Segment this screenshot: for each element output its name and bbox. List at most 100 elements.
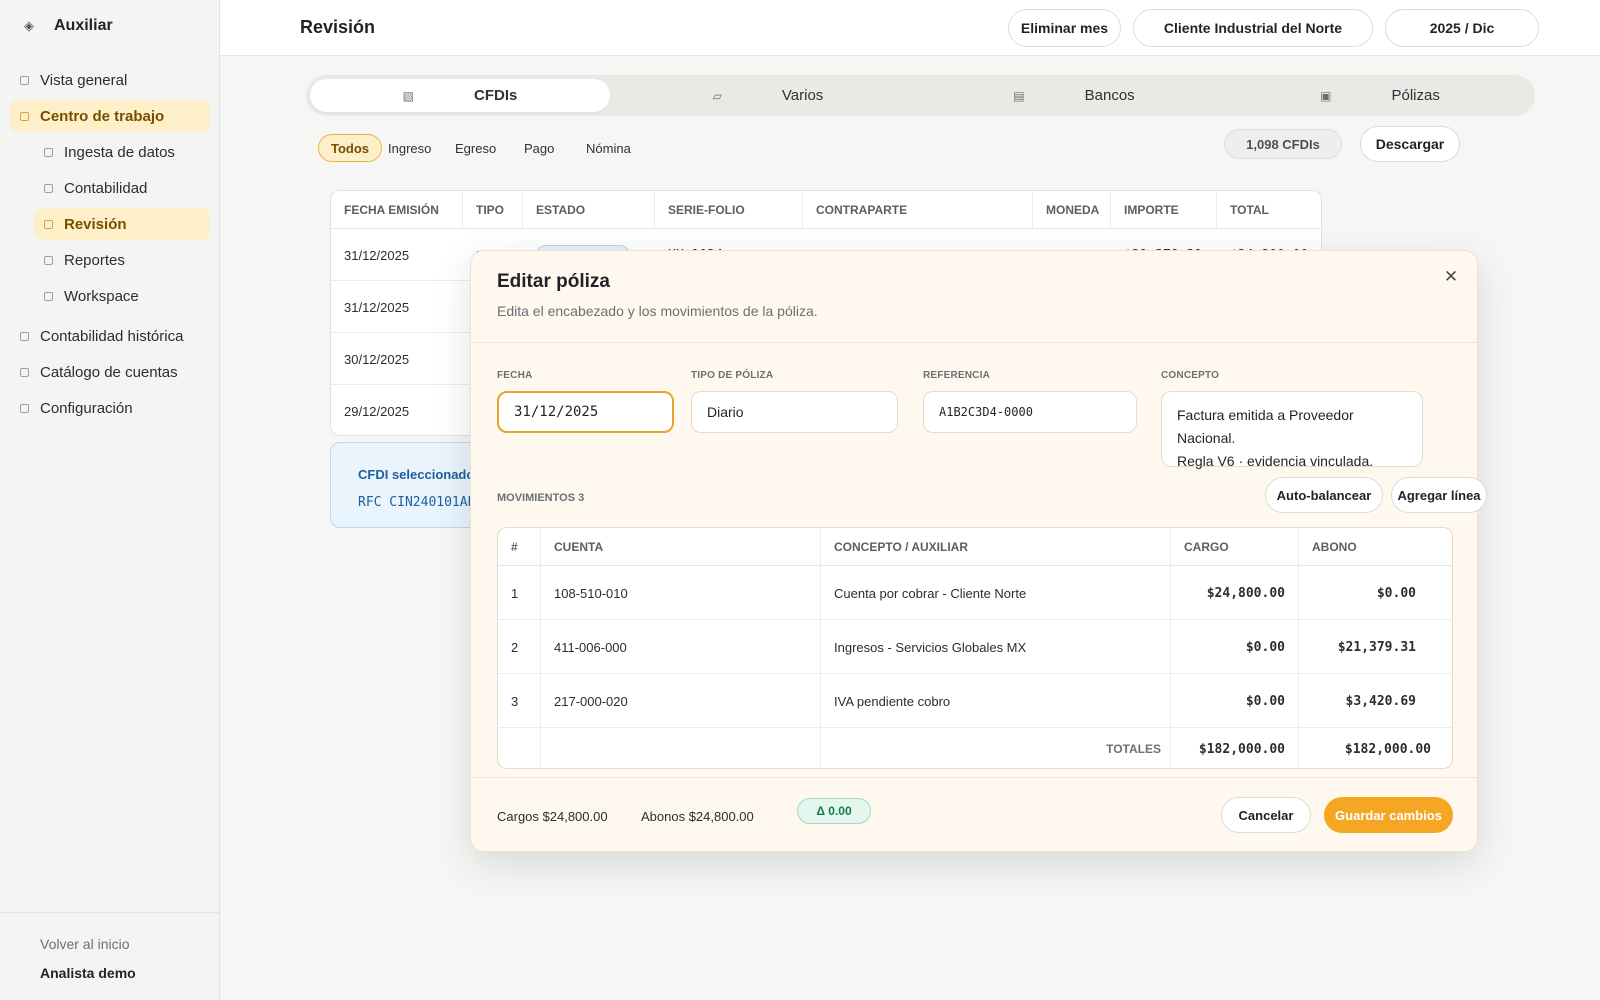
delete-month-button[interactable]: Eliminar mes [1008, 9, 1121, 47]
add-line-button[interactable]: Agregar línea [1391, 477, 1487, 513]
tab-label: Pólizas [1391, 87, 1440, 104]
total-abono: $182,000.00 [1344, 741, 1431, 757]
sidebar-item-contabilidad[interactable]: Contabilidad [34, 172, 210, 204]
brand[interactable]: ◈ Auxiliar [22, 17, 113, 35]
client-selector[interactable]: Cliente Industrial del Norte [1133, 9, 1373, 47]
tab-cfdis[interactable]: ▧ CFDIs [310, 79, 610, 112]
empty-cell [498, 728, 541, 768]
column-header[interactable]: TIPO [463, 191, 523, 229]
column-header: CONCEPTO / AUXILIAR [821, 528, 1171, 566]
document-icon: ▧ [402, 88, 414, 103]
concepto-textarea[interactable]: Factura emitida a Proveedor Nacional. Re… [1161, 391, 1423, 469]
square-bullet-icon [20, 367, 29, 377]
tipo-poliza-select[interactable]: Diario [691, 391, 898, 433]
cell-cargo[interactable]: $0.00 [1171, 674, 1299, 728]
tab-varios[interactable]: ▱ Varios [618, 79, 918, 112]
table-row[interactable]: 2 411-006-000 Ingresos - Servicios Globa… [498, 620, 1452, 674]
sidebar-item-catalogo-de-cuentas[interactable]: Catálogo de cuentas [10, 356, 210, 388]
sidebar-item-workspace[interactable]: Workspace [34, 280, 210, 312]
dialog-subtitle: Edita el encabezado y los movimientos de… [497, 303, 818, 319]
sidebar-item-label: Configuración [40, 399, 133, 417]
cargos-summary: Cargos $24,800.00 [497, 809, 608, 824]
selected-cfdi-title: CFDI seleccionado [358, 467, 475, 482]
save-changes-button[interactable]: Guardar cambios [1324, 797, 1453, 833]
filter-ingreso[interactable]: Ingreso [388, 134, 431, 162]
referencia-input[interactable]: A1B2C3D4-0000 [923, 391, 1137, 433]
tab-bancos[interactable]: ▤ Bancos [924, 79, 1224, 112]
cell-abono[interactable]: $3,420.69 [1299, 674, 1452, 728]
ledger-icon: ▣ [1320, 88, 1332, 103]
cell-cuenta[interactable]: 411-006-000 [541, 620, 821, 674]
movimientos-label: MOVIMIENTOS 3 [497, 492, 585, 504]
tab-label: Bancos [1084, 87, 1135, 104]
cell-concepto[interactable]: Ingresos - Servicios Globales MX [821, 620, 1171, 674]
folder-icon: ▱ [712, 88, 722, 103]
cell-index: 2 [498, 620, 541, 674]
sidebar-item-label: Catálogo de cuentas [40, 363, 178, 381]
column-header[interactable]: IMPORTE [1111, 191, 1217, 229]
table-header: FECHA EMISIÓN TIPO ESTADO SERIE-FOLIO CO… [331, 191, 1321, 229]
sidebar-item-label: Reportes [64, 251, 125, 269]
filter-nomina[interactable]: Nómina [586, 134, 631, 162]
column-header[interactable]: ESTADO [523, 191, 655, 229]
diamond-icon: ◈ [24, 18, 34, 33]
cell-abono[interactable]: $0.00 [1299, 566, 1452, 620]
download-button[interactable]: Descargar [1360, 126, 1460, 162]
sidebar-item-reportes[interactable]: Reportes [34, 244, 210, 276]
close-icon[interactable]: ✕ [1441, 267, 1461, 287]
concepto-line: Regla V6 · evidencia vinculada. [1177, 453, 1374, 469]
referencia-label: REFERENCIA [923, 370, 991, 381]
fecha-input[interactable]: 31/12/2025 [497, 391, 674, 433]
sidebar-item-label: Revisión [64, 215, 127, 233]
sidebar-item-label: Centro de trabajo [40, 107, 165, 125]
filter-todos[interactable]: Todos [318, 134, 383, 162]
sidebar-item-label: Contabilidad [64, 179, 148, 197]
dialog-title: Editar póliza [497, 271, 610, 292]
total-cargo: $182,000.00 [1171, 728, 1299, 768]
cell-abono[interactable]: $21,379.31 [1299, 620, 1452, 674]
cell-index: 1 [498, 566, 541, 620]
cell-cargo[interactable]: $24,800.00 [1171, 566, 1299, 620]
cell-concepto[interactable]: IVA pendiente cobro [821, 674, 1171, 728]
filter-pago[interactable]: Pago [524, 134, 554, 162]
sidebar-item-revision[interactable]: Revisión [34, 208, 210, 240]
bank-icon: ▤ [1013, 88, 1025, 103]
square-bullet-icon [44, 219, 53, 229]
cell-cuenta[interactable]: 108-510-010 [541, 566, 821, 620]
table-row[interactable]: 1 108-510-010 Cuenta por cobrar - Client… [498, 566, 1452, 620]
column-header[interactable]: CONTRAPARTE [803, 191, 1033, 229]
column-header: ABONO [1299, 528, 1452, 566]
sidebar: ◈ Auxiliar Vista general Centro de traba… [0, 0, 220, 1000]
square-bullet-icon [44, 291, 53, 301]
column-header[interactable]: FECHA EMISIÓN [331, 191, 463, 229]
tab-polizas[interactable]: ▣ Pólizas [1230, 79, 1530, 112]
divider [471, 777, 1477, 778]
table-row[interactable]: 3 217-000-020 IVA pendiente cobro $0.00 … [498, 674, 1452, 728]
square-bullet-icon [44, 255, 53, 265]
sidebar-item-label: Vista general [40, 71, 128, 89]
column-header[interactable]: TOTAL [1217, 191, 1321, 229]
column-header[interactable]: MONEDA [1033, 191, 1111, 229]
sidebar-item-label: Ingesta de datos [64, 143, 175, 161]
cell-cargo[interactable]: $0.00 [1171, 620, 1299, 674]
sidebar-item-ingesta-de-datos[interactable]: Ingesta de datos [34, 136, 210, 168]
sidebar-item-label: Contabilidad histórica [40, 327, 184, 345]
back-to-home-link[interactable]: Volver al inicio [40, 936, 130, 952]
square-bullet-icon [20, 403, 29, 413]
filter-egreso[interactable]: Egreso [455, 134, 496, 162]
user-name[interactable]: Analista demo [40, 965, 136, 981]
square-bullet-icon [20, 75, 29, 85]
auto-balance-button[interactable]: Auto-balancear [1265, 477, 1383, 513]
sidebar-item-centro-de-trabajo[interactable]: Centro de trabajo [10, 100, 210, 132]
cancel-button[interactable]: Cancelar [1221, 797, 1311, 833]
cell-cuenta[interactable]: 217-000-020 [541, 674, 821, 728]
sidebar-item-contabilidad-historica[interactable]: Contabilidad histórica [10, 320, 210, 352]
sidebar-item-vista-general[interactable]: Vista general [10, 64, 210, 96]
selected-cfdi-rfc: RFC CIN240101AB [358, 495, 476, 510]
column-header[interactable]: SERIE-FOLIO [655, 191, 803, 229]
cell-concepto[interactable]: Cuenta por cobrar - Cliente Norte [821, 566, 1171, 620]
edit-poliza-dialog: Editar póliza Edita el encabezado y los … [470, 250, 1487, 852]
sidebar-item-configuracion[interactable]: Configuración [10, 392, 210, 424]
abonos-summary: Abonos $24,800.00 [641, 809, 754, 824]
period-selector[interactable]: 2025 / Dic [1385, 9, 1539, 47]
